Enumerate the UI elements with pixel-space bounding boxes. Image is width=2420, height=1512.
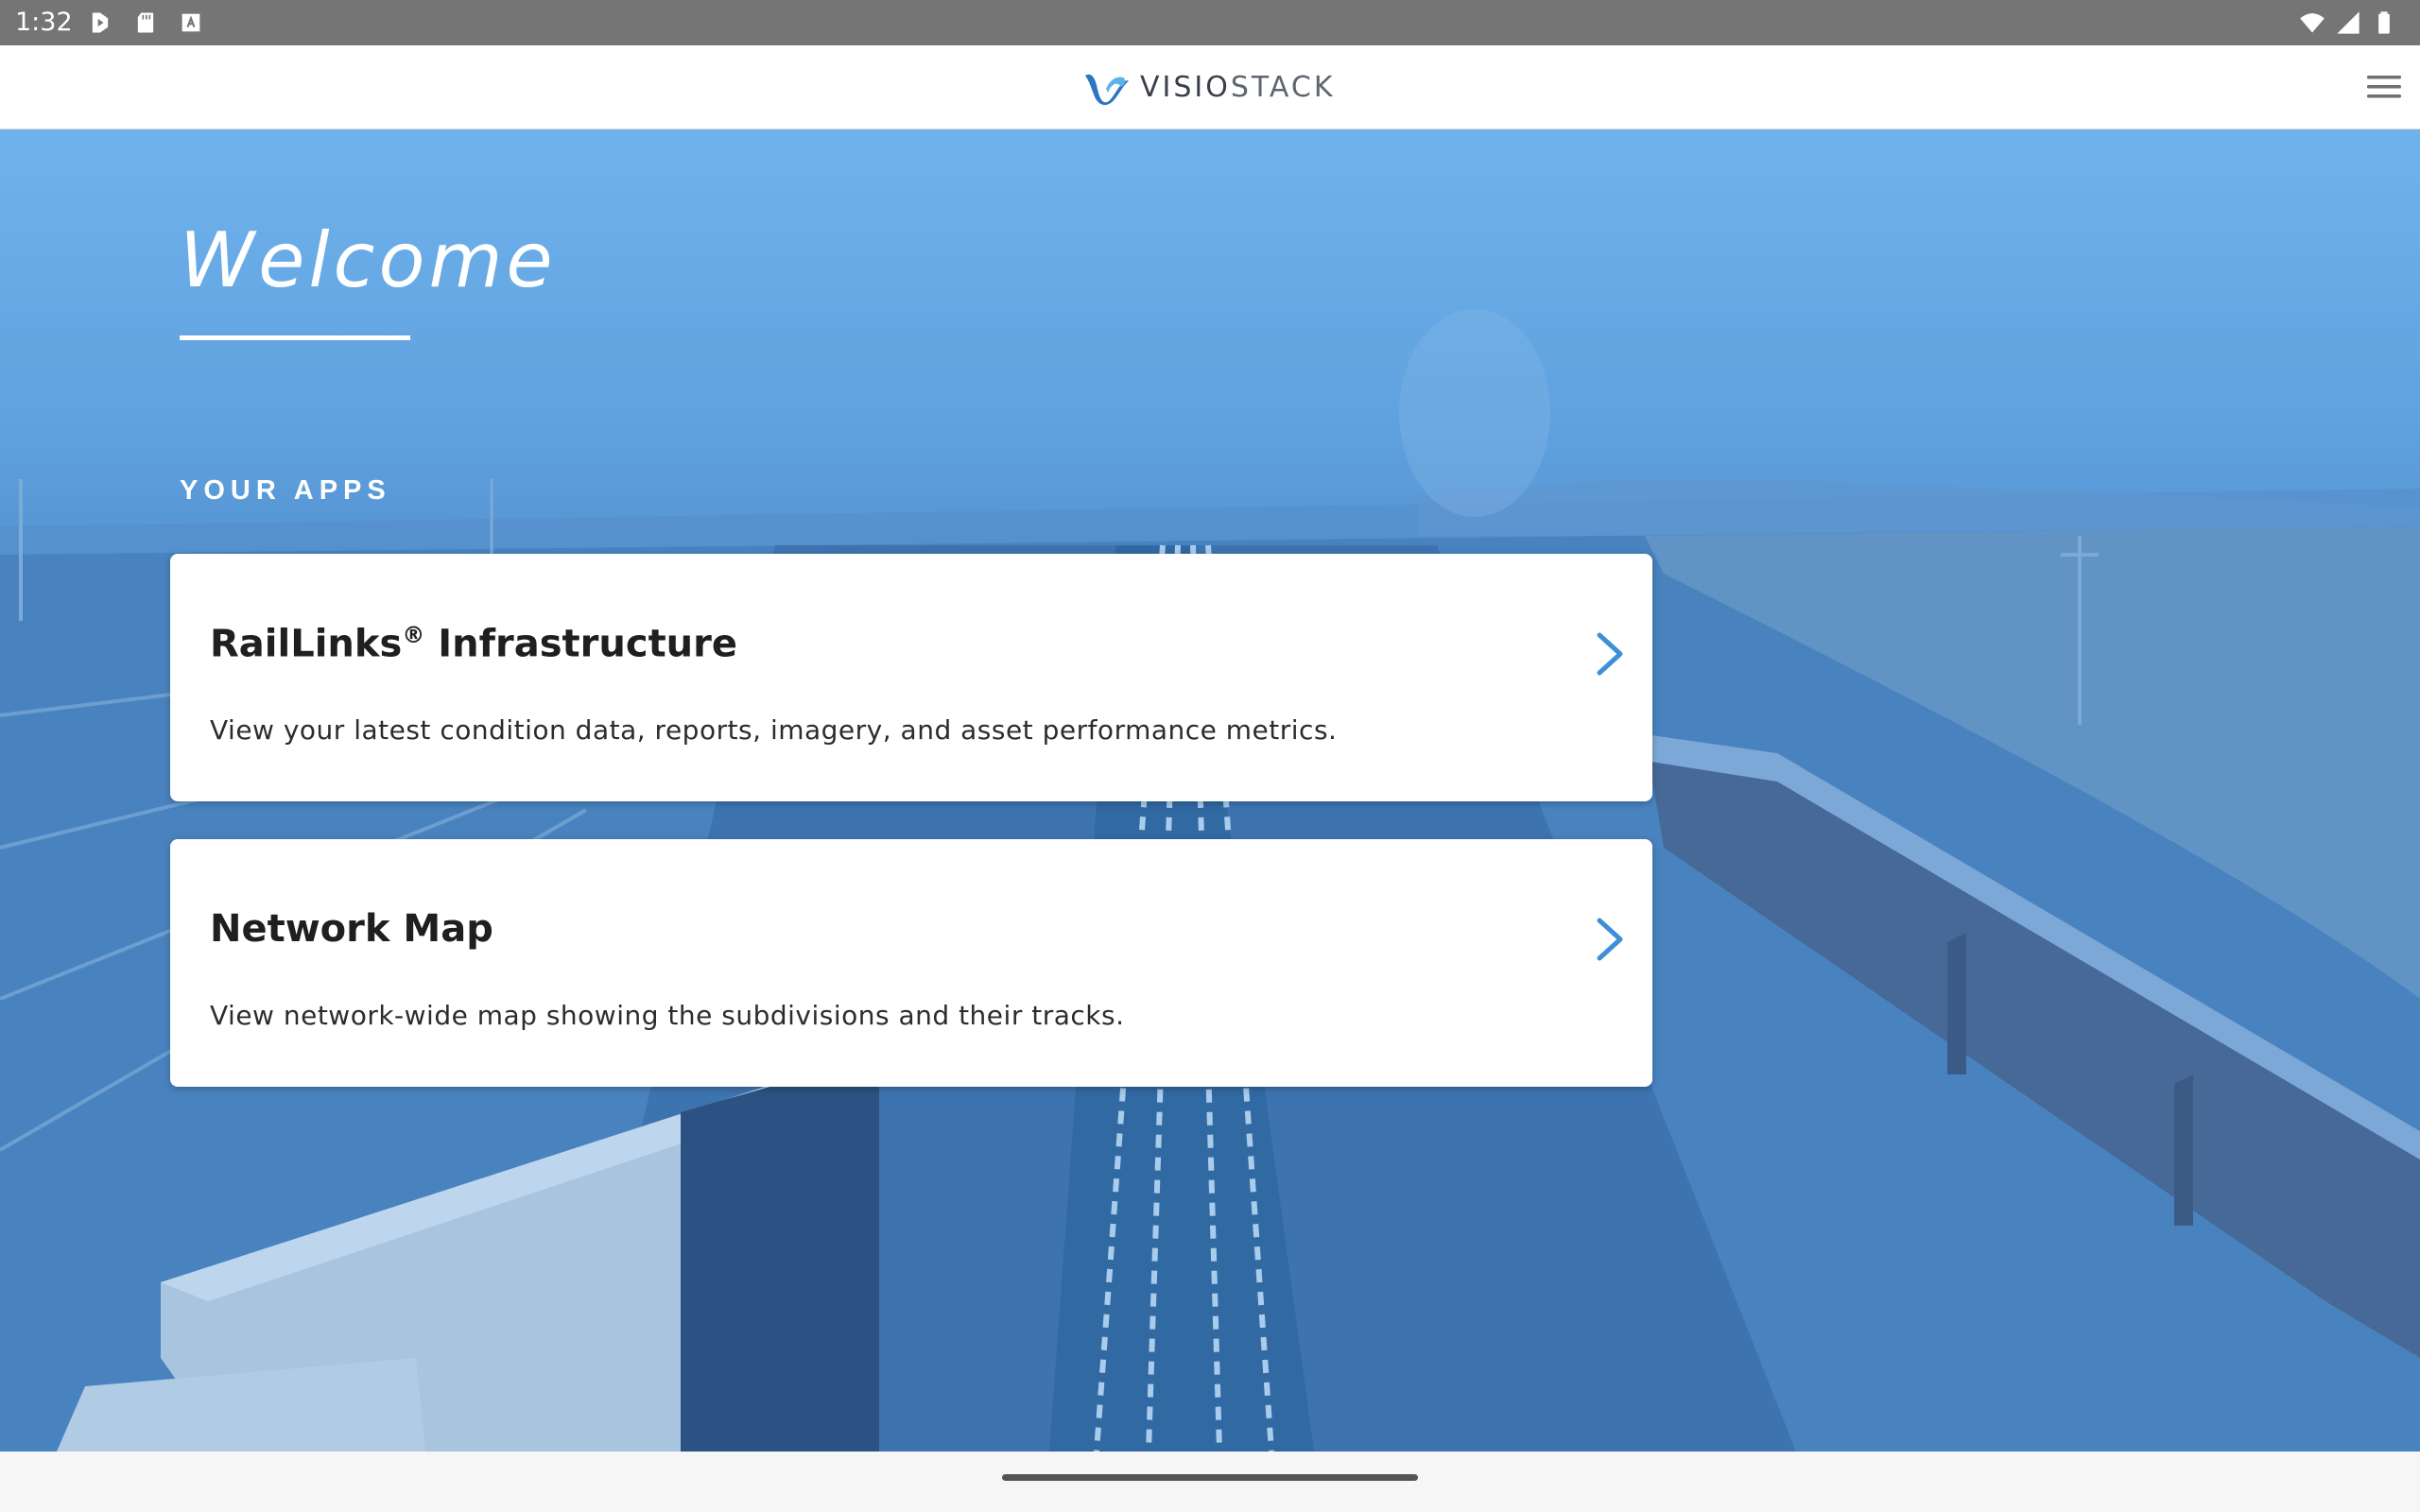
welcome-heading: Welcome [180, 216, 557, 304]
brand-name: VISIOSTACK [1140, 71, 1336, 104]
battery-icon [2378, 11, 2390, 34]
signal-icon [2337, 11, 2360, 34]
registered-mark: ® [402, 622, 425, 648]
app-card-title-name: RailLinks [210, 622, 403, 666]
app-card-title-suffix: Infrastructure [424, 622, 738, 666]
status-notification-icons [87, 9, 204, 36]
hero-section: Welcome YOUR APPS RailLinks® Infrastruct… [0, 129, 2420, 1452]
welcome-underline [180, 335, 410, 340]
your-apps-heading: YOUR APPS [180, 475, 391, 506]
brand-name-part2: STACK [1230, 70, 1336, 104]
chevron-right-icon[interactable] [1586, 913, 1632, 966]
app-card-description: View network-wide map showing the subdiv… [210, 1000, 1125, 1031]
status-bar: 1:32 [0, 0, 2420, 45]
wifi-icon [2300, 13, 2325, 33]
app-card-description: View your latest condition data, reports… [210, 714, 1338, 746]
app-card-title: RailLinks® Infrastructure [210, 622, 737, 665]
status-time: 1:32 [15, 8, 73, 37]
play-store-icon [92, 12, 109, 33]
brand[interactable]: VISIOSTACK [1081, 66, 1336, 108]
brand-name-part1: VISIO [1140, 70, 1231, 104]
menu-button[interactable] [2361, 64, 2407, 110]
visiostack-logo-icon [1085, 74, 1129, 106]
home-gesture-handle[interactable] [1002, 1474, 1418, 1481]
app-card-network-map[interactable]: Network Map View network-wide map showin… [170, 839, 1652, 1087]
chevron-right-icon[interactable] [1586, 627, 1632, 680]
app-card-raillinks[interactable]: RailLinks® Infrastructure View your late… [170, 554, 1652, 801]
keyboard-a-icon [182, 13, 200, 32]
app-card-title: Network Map [210, 907, 493, 951]
hamburger-menu-icon [2367, 76, 2401, 98]
sd-card-icon [137, 12, 154, 33]
navigation-bar [0, 1452, 2420, 1512]
status-system-icons [2299, 9, 2397, 36]
app-header: VISIOSTACK [0, 45, 2420, 129]
